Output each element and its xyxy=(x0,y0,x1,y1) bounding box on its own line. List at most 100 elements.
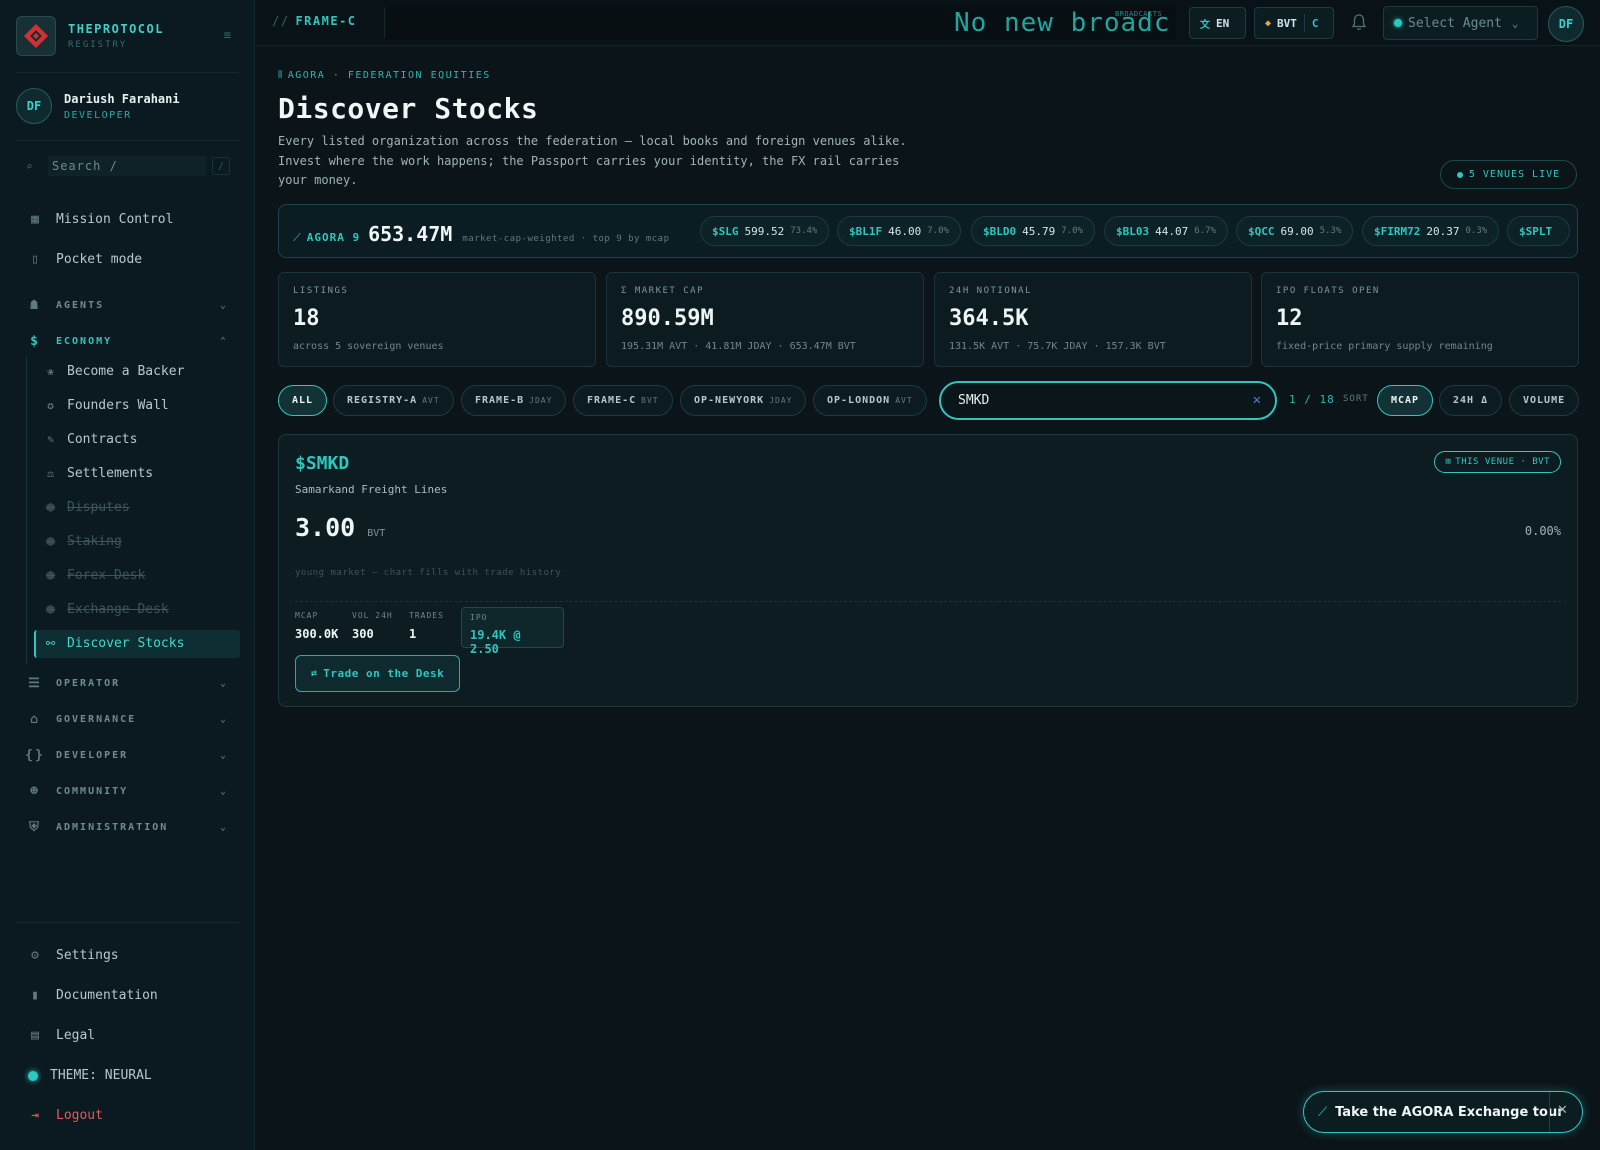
filter-op-london[interactable]: OP-LONDON AVT xyxy=(813,385,927,416)
user-profile[interactable]: DF Dariush Farahani DEVELOPER xyxy=(16,88,180,124)
ticker-chip[interactable]: $FIRM72 20.37 0.3% xyxy=(1362,216,1500,246)
shield-icon: ⬢ xyxy=(45,501,56,514)
venue-icon: ⊞ xyxy=(1445,457,1452,467)
brand-name: THEPROTOCOL xyxy=(68,22,164,36)
sidebar-item-become-backer[interactable]: ❀ Become a Backer xyxy=(44,364,184,379)
index-label: AGORA 9 xyxy=(306,231,361,244)
sidebar-item-forex-desk: ⬢ Forex Desk xyxy=(44,568,146,583)
nav-label: Pocket mode xyxy=(56,252,143,267)
section-label: ADMINISTRATION xyxy=(56,821,169,833)
logo-icon xyxy=(16,16,56,56)
ticker-chip[interactable]: $BL03 44.07 6.7% xyxy=(1104,216,1228,246)
nav-section-developer[interactable]: {} DEVELOPER ⌄ xyxy=(25,748,228,763)
nav-settings[interactable]: ⚙ Settings xyxy=(28,948,119,963)
page-description: Every listed organization across the fed… xyxy=(278,134,907,187)
sidebar-item-founders-wall[interactable]: ✪ Founders Wall xyxy=(44,398,169,413)
filter-all[interactable]: ALL xyxy=(278,385,328,416)
search-input[interactable]: Search / xyxy=(48,156,206,176)
stat-sub: 195.31M AVT · 41.81M JDAY · 653.47M BVT xyxy=(621,341,856,352)
nav-mission-control[interactable]: ▦ Mission Control xyxy=(28,212,173,227)
stock-card[interactable]: $SMKD Samarkand Freight Lines ⊞ THIS VEN… xyxy=(278,434,1578,707)
shield-icon: ⬢ xyxy=(45,569,56,582)
sidebar-item-contracts[interactable]: ✎ Contracts xyxy=(44,432,137,447)
filter-frame-c[interactable]: FRAME-C BVT xyxy=(573,385,673,416)
brand[interactable]: THEPROTOCOL REGISTRY ≡ xyxy=(16,16,239,56)
sidebar-item-discover-stocks[interactable]: ⚯ Discover Stocks xyxy=(44,636,185,651)
stat-label: Σ MARKET CAP xyxy=(621,286,705,296)
chevron-up-icon: ⌃ xyxy=(219,335,228,347)
sidebar-search[interactable]: ⌕ Search / / xyxy=(16,154,230,178)
stat-value: 12 xyxy=(1276,306,1303,331)
bell-icon[interactable] xyxy=(1351,14,1367,35)
filter-currency: AVT xyxy=(895,396,913,405)
nav-section-governance[interactable]: ⌂ GOVERNANCE ⌄ xyxy=(28,712,228,727)
trade-on-desk-button[interactable]: ⇄ Trade on the Desk xyxy=(295,655,460,692)
diamond-icon: ◆ xyxy=(1265,17,1272,29)
logout-button[interactable]: ⇥ Logout xyxy=(28,1108,103,1123)
nav-section-agents[interactable]: ☗ AGENTS ⌄ xyxy=(28,298,228,313)
section-label: OPERATOR xyxy=(56,677,121,689)
metric-label: MCAP xyxy=(295,611,319,620)
shield-icon: ⬢ xyxy=(45,603,56,616)
broadcast-tag: BROADCASTS xyxy=(1115,10,1163,18)
ticker-chip[interactable]: $BL1F 46.00 7.0% xyxy=(837,216,961,246)
ticker-chip[interactable]: $SLG 599.52 73.4% xyxy=(700,216,830,246)
close-icon[interactable]: ✕ xyxy=(1557,1103,1568,1118)
chip-weight: 73.4% xyxy=(790,226,818,236)
search-icon: ⌕ xyxy=(26,159,33,173)
stat-sub: across 5 sovereign venues xyxy=(293,341,444,352)
chevron-down-icon: ⌄ xyxy=(219,299,228,311)
nav-label: Logout xyxy=(56,1108,103,1123)
sort-mcap[interactable]: MCAP xyxy=(1377,385,1434,416)
nav-pocket-mode[interactable]: ▯ Pocket mode xyxy=(28,252,142,267)
ticker-chip[interactable]: $SPLT xyxy=(1507,216,1571,246)
language-button[interactable]: 文 EN xyxy=(1189,7,1246,39)
nav-section-operator[interactable]: ☰ OPERATOR ⌄ xyxy=(28,676,228,691)
tour-toast[interactable]: ⟋ Take the AGORA Exchange tour ✕ xyxy=(1303,1091,1583,1133)
nav-label: Founders Wall xyxy=(67,398,169,413)
nav-section-administration[interactable]: ⛨ ADMINISTRATION ⌄ xyxy=(28,819,228,835)
nav-documentation[interactable]: ▮ Documentation xyxy=(28,988,158,1003)
avatar[interactable]: DF xyxy=(1548,6,1584,42)
admin-shield-icon: ⛨ xyxy=(29,819,41,835)
chevron-down-icon: ⌄ xyxy=(219,785,228,797)
chip-weight: 7.0% xyxy=(927,226,949,236)
filter-currency: JDAY xyxy=(769,396,793,405)
people-icon: ☻ xyxy=(30,783,40,799)
nav-section-community[interactable]: ☻ COMMUNITY ⌄ xyxy=(28,783,228,799)
sort-volume[interactable]: VOLUME xyxy=(1509,385,1580,416)
filter-registry-a[interactable]: REGISTRY-A AVT xyxy=(333,385,454,416)
filter-label: OP-NEWYORK xyxy=(694,395,765,406)
ticker-chip[interactable]: $BLD0 45.79 7.0% xyxy=(971,216,1095,246)
sort-24h-change[interactable]: 24H Δ xyxy=(1439,385,1503,416)
nav-legal[interactable]: ▤ Legal xyxy=(28,1028,95,1043)
chip-symbol: $FIRM72 xyxy=(1374,224,1421,238)
backer-icon: ❀ xyxy=(47,365,54,378)
stock-search-input[interactable]: SMKD ✕ xyxy=(939,381,1277,420)
agent-select[interactable]: Select Agent ⌄ xyxy=(1383,6,1538,40)
language-label: EN xyxy=(1216,16,1230,30)
metric-value: 1 xyxy=(409,627,417,641)
filter-frame-b[interactable]: FRAME-B JDAY xyxy=(461,385,567,416)
sort-option-label: 24H Δ xyxy=(1453,395,1489,406)
stat-sub: fixed-price primary supply remaining xyxy=(1276,341,1493,352)
nav-section-economy[interactable]: $ ECONOMY ⌃ xyxy=(28,334,228,349)
clear-search-icon[interactable]: ✕ xyxy=(1253,392,1261,408)
theme-toggle[interactable]: THEME: NEURAL xyxy=(28,1068,152,1083)
ticker-chip[interactable]: $QCC 69.00 5.3% xyxy=(1236,216,1354,246)
page-title: Discover Stocks xyxy=(278,92,539,125)
currency-button[interactable]: ◆ BVT C xyxy=(1254,7,1334,39)
chip-symbol: $SLG xyxy=(712,224,739,238)
metric-value: 300 xyxy=(352,627,374,641)
collapse-sidebar-icon[interactable]: ≡ xyxy=(224,28,231,42)
chip-price: 44.07 xyxy=(1155,224,1189,238)
price-currency: BVT xyxy=(367,528,386,539)
sidebar-item-staking: ⬢ Staking xyxy=(44,534,122,549)
sidebar-item-exchange-desk: ⬢ Exchange Desk xyxy=(44,602,169,617)
chart-icon: ⟋ xyxy=(1318,1104,1328,1120)
ipo-info: IPO 19.4K @ 2.50 xyxy=(461,607,564,656)
filter-op-newyork[interactable]: OP-NEWYORK JDAY xyxy=(680,385,807,416)
frame-label: //FRAME-C xyxy=(272,14,357,28)
sidebar-item-settlements[interactable]: ⚖ Settlements xyxy=(44,466,153,481)
tour-label: Take the AGORA Exchange tour xyxy=(1335,1104,1564,1120)
